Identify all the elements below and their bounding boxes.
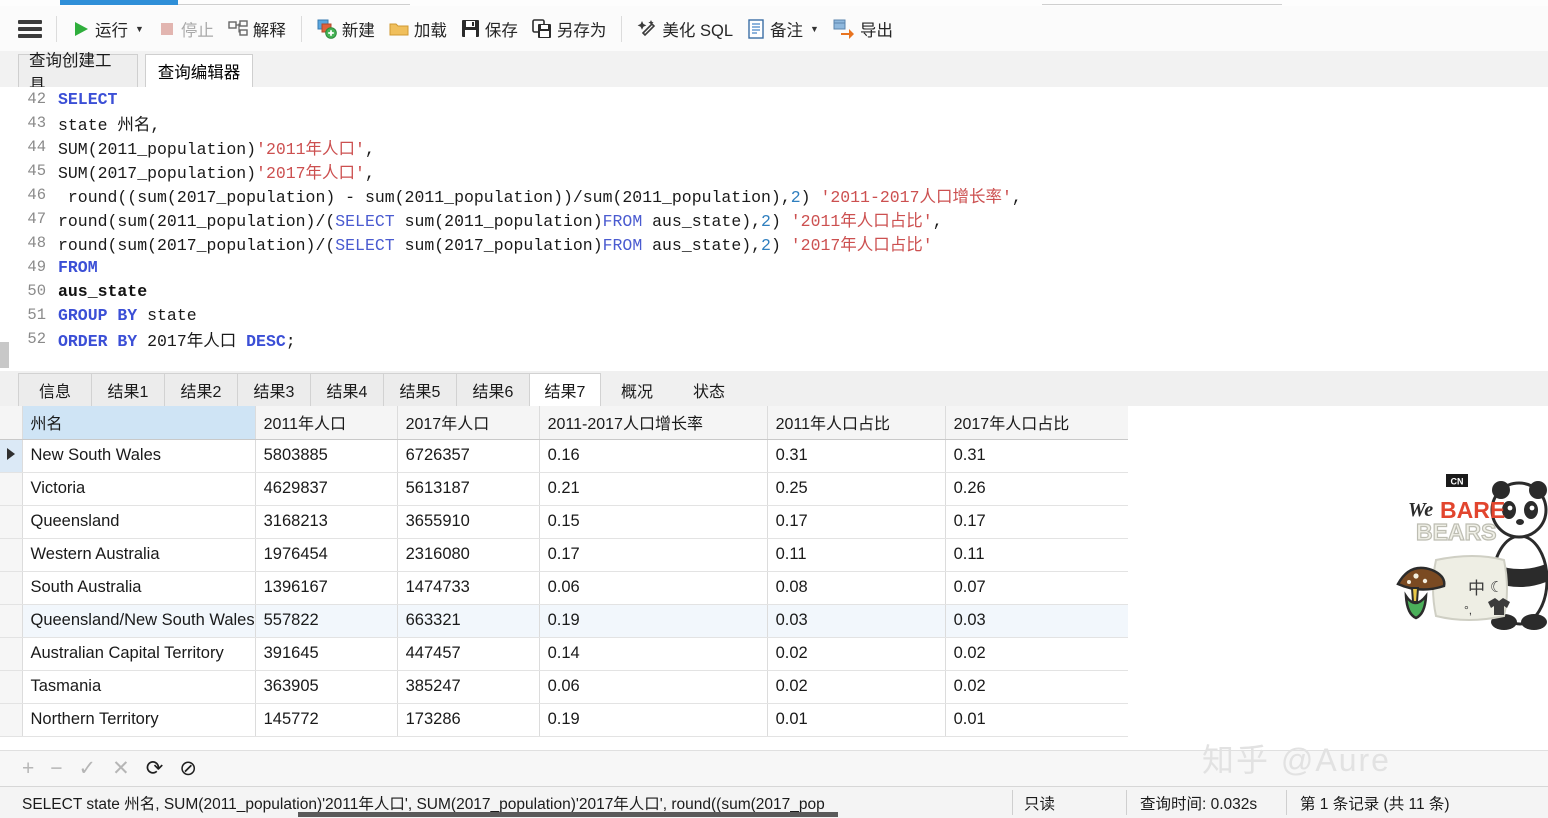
svg-text:CN: CN xyxy=(1451,477,1464,487)
sticker-title-bears: BEARS xyxy=(1416,519,1497,545)
cartoon-network-logo: CN xyxy=(1446,474,1468,487)
zhihu-watermark: 知乎 @Aure xyxy=(1202,742,1391,778)
navicat-query-window xyxy=(0,0,1388,817)
horizontal-scrollbar[interactable] xyxy=(298,812,838,817)
we-bare-bears-sticker: CN We BARE BEARS 中 ☾ °, xyxy=(1388,472,1548,637)
pillow-card-icon: 中 ☾ °, xyxy=(1432,555,1510,621)
svg-text:中: 中 xyxy=(1468,579,1485,598)
svg-text:☾: ☾ xyxy=(1490,579,1503,596)
sticker-title-we: We xyxy=(1408,499,1433,521)
svg-text:°,: °, xyxy=(1464,603,1472,617)
